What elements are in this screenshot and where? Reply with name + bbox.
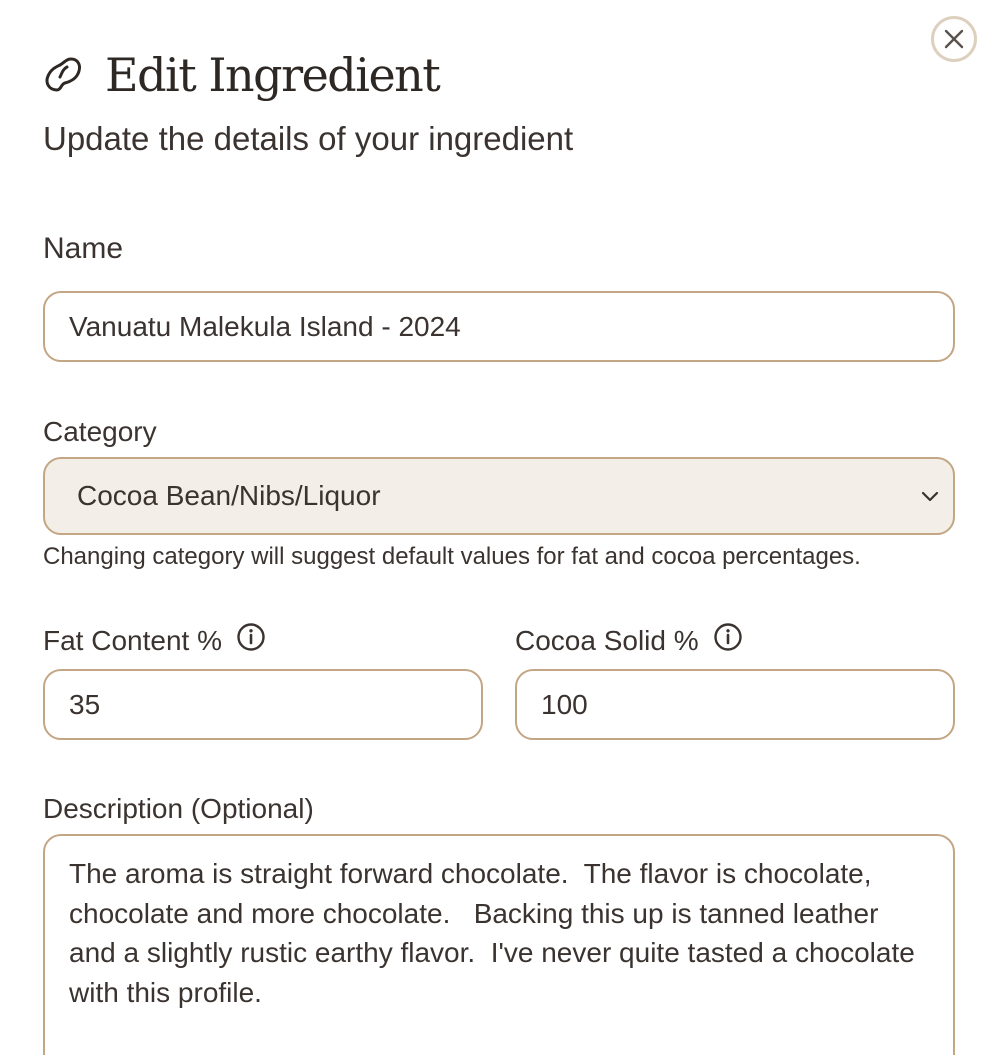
bean-icon [45,57,81,92]
name-label: Name [43,232,123,266]
chevron-down-icon [921,491,939,502]
fat-content-input[interactable]: 35 [43,669,483,740]
dialog-subtitle: Update the details of your ingredient [43,120,574,157]
category-label: Category [43,416,157,448]
description-label: Description (Optional) [43,793,314,825]
cocoa-solid-info-icon[interactable] [713,622,743,659]
description-textarea[interactable]: The aroma is straight forward chocolate.… [43,834,955,1055]
name-label-text: Name [43,232,124,265]
category-label-text: Category [43,416,157,447]
fat-content-input-value: 35 [69,688,101,720]
category-select[interactable]: Cocoa Bean/Nibs/Liquor [43,457,955,535]
cocoa-solid-input-value: 100 [541,688,588,720]
fat-content-label-text: Fat Content % [43,624,222,656]
fat-content-label: Fat Content % [43,622,266,659]
category-hint: Changing category will suggest default v… [43,543,861,570]
cocoa-solid-label-text: Cocoa Solid % [515,624,699,656]
edit-ingredient-dialog: Edit Ingredient Update the details of yo… [0,0,1000,1055]
dialog-title: Edit Ingredient [105,48,441,102]
dialog-header: Edit Ingredient [43,40,441,110]
description-label-text: Description (Optional) [43,793,314,824]
cocoa-solid-input[interactable]: 100 [515,669,955,740]
close-button[interactable] [931,16,977,62]
name-input-value: Vanuatu Malekula Island - 2024 [69,310,461,342]
cocoa-solid-label: Cocoa Solid % [515,622,743,659]
fat-content-info-icon[interactable] [236,622,266,659]
close-icon [944,29,964,49]
category-select-value: Cocoa Bean/Nibs/Liquor [77,480,381,511]
name-input[interactable]: Vanuatu Malekula Island - 2024 [43,291,955,362]
